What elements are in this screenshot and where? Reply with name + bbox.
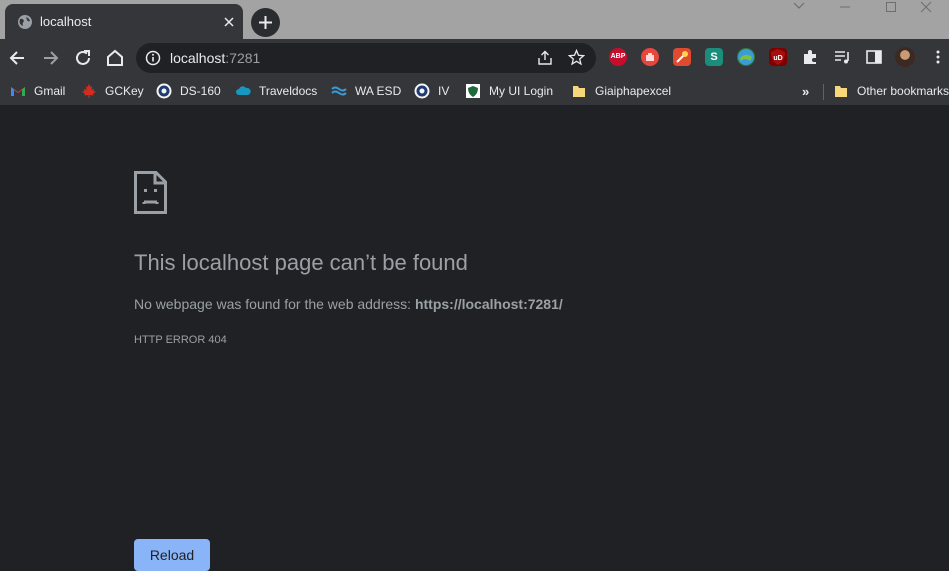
bookmark-wa-esd[interactable]: WA ESD [331,81,401,101]
new-tab-button[interactable] [251,8,280,37]
error-url: https://localhost:7281/ [414,296,563,312]
reload-icon[interactable] [72,47,94,69]
minimize-icon[interactable] [822,0,868,14]
share-icon[interactable] [537,50,553,66]
back-arrow-icon[interactable] [7,47,29,69]
svg-text:uD: uD [773,55,782,62]
color-picker-icon[interactable] [673,48,691,66]
sad-page-icon [134,171,167,214]
tab-strip: localhost [0,0,949,39]
media-control-icon[interactable] [833,48,851,66]
bookmarks-bar: Gmail GCKey DS-160 Traveldocs WA ESD IV [0,77,949,106]
bookmark-gmail[interactable]: Gmail [10,81,65,101]
error-title: This localhost page can’t be found [134,250,468,275]
bookmark-star-icon[interactable] [568,49,585,66]
url-text[interactable]: localhost:7281 [170,50,260,66]
close-window-icon[interactable] [903,0,949,14]
state-seal-icon [414,83,430,99]
globe-extension-icon[interactable] [737,48,755,66]
folder-icon [835,86,847,97]
url-host: localhost [170,50,226,66]
folder-icon [573,86,585,97]
forward-arrow-icon[interactable] [39,47,61,69]
cloud-icon [236,86,251,95]
bookmarks-divider [823,84,824,100]
bookmark-my-ui-login[interactable]: My UI Login [465,81,553,101]
ublock-icon[interactable]: uD [769,48,787,66]
url-port: :7281 [225,50,261,66]
bookmark-gckey[interactable]: GCKey [81,81,144,101]
error-description-text: No webpage was found for the web address… [134,296,415,312]
bookmark-label: DS-160 [180,84,221,98]
tab-title: localhost [40,14,92,29]
error-code: HTTP ERROR 404 [134,334,227,346]
bookmark-label: Gmail [34,84,66,98]
bookmark-label: WA ESD [355,84,402,98]
reload-button[interactable]: Reload [134,539,210,571]
wave-icon [331,86,347,96]
bookmark-label: GCKey [105,84,144,98]
bookmark-label: Giaiphapexcel [595,84,672,98]
info-icon[interactable] [145,50,161,66]
bookmark-label: IV [438,84,450,98]
profile-avatar[interactable] [895,47,915,67]
bookmark-iv[interactable]: IV [414,81,449,101]
side-panel-icon[interactable] [865,48,883,66]
tab-localhost[interactable]: localhost [5,4,243,39]
maple-leaf-icon [82,84,96,98]
home-icon[interactable] [104,47,126,69]
bookmarks-overflow-button[interactable]: » [802,81,809,101]
bookmark-traveldocs[interactable]: Traveldocs [235,81,317,101]
bookmark-ds160[interactable]: DS-160 [156,81,221,101]
adblock-plus-icon[interactable]: ABP [609,48,627,66]
address-bar[interactable]: localhost:7281 [136,43,596,73]
bookmark-label: Traveldocs [259,84,318,98]
menu-kebab-icon[interactable] [929,48,947,66]
error-description: No webpage was found for the web address… [134,296,563,312]
extensions-puzzle-icon[interactable] [801,48,819,66]
globe-icon [18,15,32,29]
other-bookmarks[interactable]: Other bookmarks [833,81,949,101]
shield-icon [466,84,480,98]
chevron-double-right-icon: » [802,83,810,99]
bookmark-giaiphapexcel[interactable]: Giaiphapexcel [571,81,671,101]
tab-search-icon[interactable] [776,0,822,14]
close-icon[interactable] [222,15,236,29]
bookmark-label: My UI Login [489,84,554,98]
browser-toolbar: localhost:7281 ABP S uD [0,39,949,77]
adblock-hand-icon[interactable] [641,48,659,66]
s-extension-icon[interactable]: S [705,48,723,66]
plus-icon [259,16,272,29]
state-seal-icon [156,83,172,99]
bookmark-label: Other bookmarks [857,84,949,98]
gmail-icon [11,87,25,96]
